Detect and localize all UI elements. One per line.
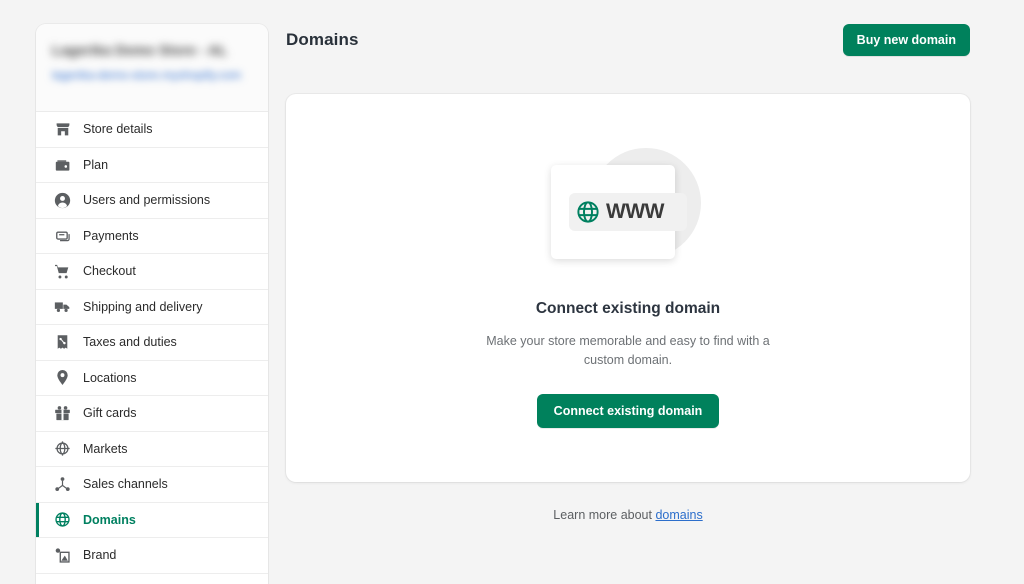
user-circle-icon (54, 192, 71, 209)
store-header: Lagerika Demo Store - AL lagerika-demo-s… (36, 24, 268, 112)
wallet-icon (54, 156, 71, 173)
learn-more-footer: Learn more about domains (286, 508, 970, 522)
settings-nav: Store details Plan Users and permissions… (36, 112, 268, 574)
payment-card-icon (54, 227, 71, 244)
store-name: Lagerika Demo Store - AL (52, 42, 228, 58)
illustration-card: WWW (551, 164, 687, 259)
sidebar-item-users-and-permissions[interactable]: Users and permissions (36, 183, 268, 219)
sidebar-item-shipping-and-delivery[interactable]: Shipping and delivery (36, 289, 268, 325)
sidebar-item-domains[interactable]: Domains (36, 502, 268, 538)
sidebar-item-label: Domains (83, 512, 136, 527)
sidebar-item-label: Markets (83, 441, 128, 456)
www-text: WWW (606, 199, 664, 223)
sidebar-item-label: Checkout (83, 264, 136, 279)
sidebar-item-sales-channels[interactable]: Sales channels (36, 467, 268, 503)
gift-icon (54, 405, 71, 422)
sidebar-item-label: Brand (83, 548, 117, 563)
map-pin-icon (54, 369, 71, 386)
sidebar-item-label: Sales channels (83, 477, 168, 492)
receipt-percent-icon (54, 334, 71, 351)
shopping-cart-icon (54, 263, 71, 280)
sidebar-item-taxes-and-duties[interactable]: Taxes and duties (36, 325, 268, 361)
domain-illustration: WWW (548, 147, 708, 274)
store-url-link[interactable]: lagerika-demo-store.myshopify.com (52, 67, 248, 84)
sidebar-item-label: Plan (83, 157, 109, 172)
globe-target-icon (54, 440, 71, 457)
empty-state-description: Make your store memorable and easy to fi… (486, 333, 770, 367)
domains-empty-state-card: WWW Connect existing domain Make your st… (286, 94, 970, 482)
sidebar-item-brand[interactable]: Brand (36, 538, 268, 574)
sidebar-item-label: Users and permissions (83, 193, 211, 208)
page-title: Domains (286, 30, 359, 49)
sidebar-item-label: Shipping and delivery (83, 299, 203, 314)
settings-sidebar: Lagerika Demo Store - AL lagerika-demo-s… (36, 24, 268, 584)
connect-existing-domain-button[interactable]: Connect existing domain (536, 394, 720, 429)
sidebar-item-gift-cards[interactable]: Gift cards (36, 396, 268, 432)
settings-page: Lagerika Demo Store - AL lagerika-demo-s… (0, 0, 1024, 584)
sidebar-item-label: Payments (83, 228, 139, 243)
sidebar-item-store-details[interactable]: Store details (36, 112, 268, 148)
sidebar-item-label: Taxes and duties (83, 335, 177, 350)
page-header: Domains Buy new domain (286, 24, 970, 56)
domains-help-link[interactable]: domains (655, 508, 702, 522)
main-content: Domains Buy new domain WWW Connect exist… (286, 0, 1024, 584)
sidebar-item-markets[interactable]: Markets (36, 431, 268, 467)
channels-node-icon (54, 476, 71, 493)
sidebar-item-label: Store details (83, 122, 153, 137)
brand-image-icon (54, 547, 71, 564)
sidebar-item-payments[interactable]: Payments (36, 218, 268, 254)
learn-more-text: Learn more about (553, 508, 656, 522)
sidebar-item-label: Locations (83, 370, 137, 385)
empty-state-title: Connect existing domain (535, 299, 721, 317)
globe-icon (54, 511, 71, 528)
globe-icon (575, 199, 601, 225)
sidebar-item-checkout[interactable]: Checkout (36, 254, 268, 290)
buy-new-domain-button[interactable]: Buy new domain (842, 24, 970, 56)
sidebar-item-locations[interactable]: Locations (36, 360, 268, 396)
store-icon (54, 121, 71, 138)
sidebar-item-plan[interactable]: Plan (36, 147, 268, 183)
truck-icon (54, 298, 71, 315)
illustration-www-pill: WWW (569, 192, 687, 231)
sidebar-item-label: Gift cards (83, 406, 137, 421)
